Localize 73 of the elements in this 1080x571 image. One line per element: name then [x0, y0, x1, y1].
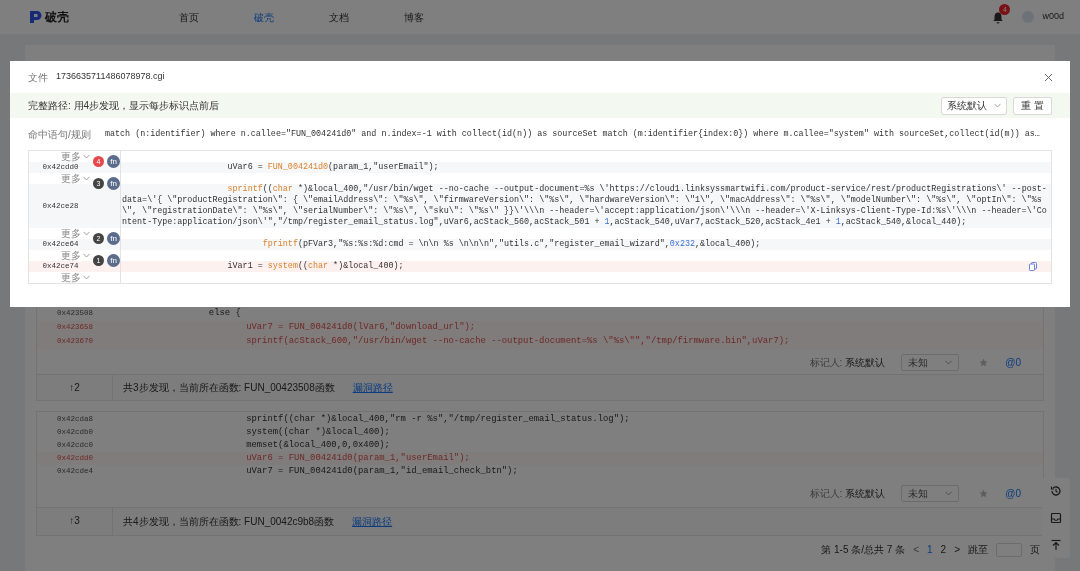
file-name: 1736635711486078978.cgi — [56, 70, 165, 84]
star-icon — [979, 357, 989, 367]
back-to-top-icon — [1050, 538, 1062, 551]
marker-label: 标记人: — [809, 486, 843, 501]
pagination-summary: 第 1-5 条/总共 7 条 — [821, 543, 906, 557]
code-line: iVar1 = system((char *)&local_400); — [226, 261, 405, 272]
function-badge: fn — [107, 232, 120, 245]
code-line: sprintf((char *)&local_400,"/usr/bin/wget --no-cache --output-document=%s \'https://cloud1.linksyssmartwifi.com/product-service/rest/productRegistrations\' --post-data=\'{ \"productRegistration\": { \"emailAddress\": \"%s\", \"firmwareVersion\": \"%s\", \"hardwareVersion\": \"1\", \"macAddress\": \"%s\", \"modelNumber\": \"%s\", \"optIn\": \"%s\", \"registrationDate\": \"%s\", \"serialNumber\": \"%s\", \"sku\": \"%s\" }}\'\\\n --header=\'accept:application/json\'\\\n --header=\'X-Linksys-Client-Type-Id:%s\'\\\n --header=\'Content-Type:application/json\'","/tmp/register_email_status.log",uVar6,acStack_560,acStack_501 + 1,acStack_540,uVar7,acStack_520,acStack_4e1 + 1,acStack_540,&local_440); — [121, 184, 1048, 228]
code-line: uVar7 = FUN_004241d0(lVar6,"download_url"); — [245, 321, 476, 335]
code-line: else { — [207, 307, 241, 321]
chevron-down-icon — [83, 154, 90, 159]
path-summary: 完整路径: 用4步发现，显示每步标识点前后 — [28, 99, 220, 113]
path-index: ↑3 — [37, 508, 113, 535]
page-button[interactable]: 1 — [927, 542, 933, 557]
copy-icon — [1029, 262, 1037, 271]
prev-page-button[interactable]: < — [913, 542, 920, 557]
chevron-down-icon — [945, 359, 953, 365]
close-icon — [1044, 72, 1053, 82]
code-line: fprintf(pFVar3,"%s:%s:%d:cmd = \n\n %s \n\n\n","utils.c","register_email_wizard",0x232,&local_400); — [261, 239, 762, 250]
page-unit: 页 — [1030, 543, 1040, 557]
vulnerability-path-link[interactable]: 漏洞路径 — [352, 514, 393, 529]
path-summary: 共3步发现，当前所在函数: FUN_00423508函数 — [123, 381, 335, 395]
marker-value: 系统默认 — [845, 355, 886, 370]
code-line: system((char *)&local_400); — [245, 425, 390, 439]
more-button[interactable]: 更多 — [61, 151, 90, 162]
code-line: sprintf((char *)&local_400,"rm -r %s","/tmp/register_email_status.log"); — [245, 412, 630, 426]
logo-text: 破壳 — [45, 9, 69, 26]
marker-value: 系统默认 — [845, 486, 886, 501]
rule-label: 命中语句/规则 — [28, 127, 92, 142]
inbox-icon — [1050, 512, 1062, 524]
marker-select[interactable]: 系统默认 — [941, 96, 1007, 115]
star-icon — [979, 488, 989, 498]
code-line: uVar7 = FUN_004241d0(param_1,"id_email_check_btn"); — [245, 464, 518, 478]
status-select[interactable]: 未知 — [901, 353, 960, 371]
more-button[interactable]: 更多 — [61, 228, 90, 239]
function-badge: fn — [107, 155, 120, 168]
mention-count[interactable]: @0 — [1005, 485, 1021, 501]
function-badge: fn — [107, 177, 120, 190]
rule-text: match (n:identifier) where n.callee="FUN_004241d0" and n.index=-1 with collect(id(n)) as sourceSet match (m:identifier{index:0}) where m.callee="system" with sourceSet,collect(id(m)) as… — [105, 127, 1040, 141]
code-line: memset(&local_400,0,0x400); — [245, 438, 390, 452]
status-select[interactable]: 未知 — [901, 484, 960, 502]
marker-label: 标记人: — [809, 355, 843, 370]
mention-count[interactable]: @0 — [1005, 354, 1021, 370]
jump-label: 跳至 — [968, 543, 988, 557]
nav-tab[interactable]: 文档 — [326, 9, 351, 25]
chevron-down-icon — [945, 490, 953, 496]
bell-icon — [992, 10, 1005, 24]
logo-icon — [29, 10, 42, 24]
chevron-down-icon — [83, 275, 90, 280]
function-badge: fn — [107, 254, 120, 267]
chevron-down-icon — [83, 253, 90, 258]
chevron-down-icon — [83, 231, 90, 236]
username[interactable]: w00d — [1042, 10, 1064, 24]
path-summary: 共4步发现，当前所在函数: FUN_0042c9b8函数 — [123, 515, 335, 529]
code-line: sprintf(acStack_600,"/usr/bin/wget --no-cache --output-document=%s \"%s\"","/tmp/firmware.bin",uVar7); — [245, 335, 790, 349]
chevron-down-icon — [994, 103, 1001, 108]
nav-tab[interactable]: 首页 — [176, 9, 201, 25]
history-icon — [1050, 485, 1062, 498]
code-line: uVar6 = FUN_004241d0(param_1,"userEmail"); — [226, 162, 440, 173]
chevron-down-icon — [83, 176, 90, 181]
vulnerability-path-link[interactable]: 漏洞路径 — [352, 380, 393, 395]
reset-button[interactable]: 重 置 — [1013, 96, 1052, 115]
path-index: ↑2 — [37, 375, 113, 400]
more-button[interactable]: 更多 — [61, 250, 90, 261]
nav-tab[interactable]: 破壳 — [251, 9, 276, 25]
file-label: 文件 — [28, 70, 48, 85]
close-button[interactable] — [1044, 72, 1053, 82]
more-button[interactable]: 更多 — [61, 272, 90, 283]
code-line: uVar6 = FUN_004241d0(param_1,"userEmail"); — [245, 451, 470, 465]
next-page-button[interactable]: > — [954, 542, 960, 557]
nav-tab[interactable]: 博客 — [401, 9, 426, 25]
more-button[interactable]: 更多 — [61, 173, 90, 184]
page-button[interactable]: 2 — [940, 542, 947, 557]
